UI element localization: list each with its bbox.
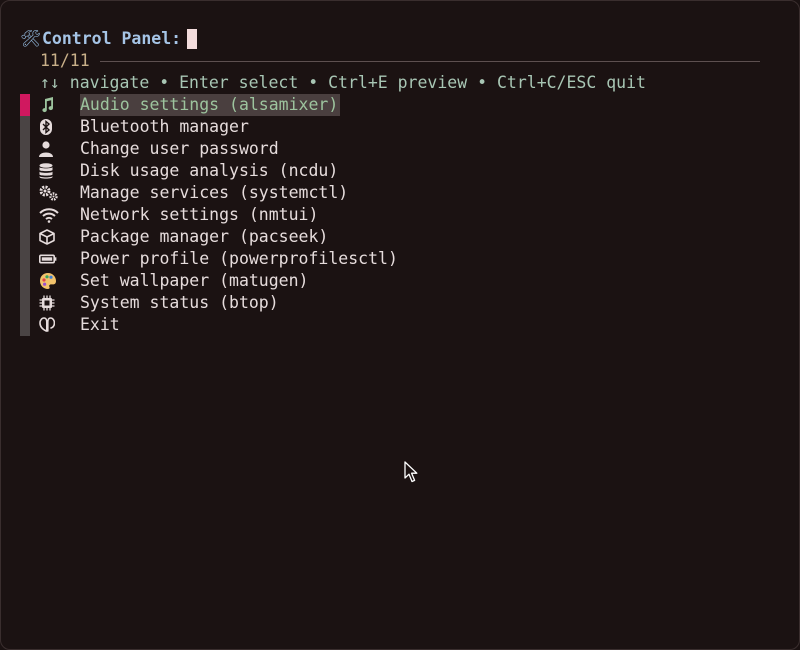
bluetooth-icon (30, 119, 80, 135)
list-item-label: Bluetooth manager (80, 117, 249, 136)
gutter (20, 314, 30, 336)
gutter (20, 270, 30, 292)
counter-line: 11/11 (40, 50, 760, 72)
list-item-label: Package manager (pacseek) (80, 227, 329, 246)
list-item-label: Disk usage analysis (ncdu) (80, 161, 339, 180)
list-item-label: Exit (80, 315, 120, 334)
menu-list: Audio settings (alsamixer) Bluetooth man… (20, 94, 398, 336)
list-item-label: Audio settings (alsamixer) (80, 94, 341, 116)
divider (99, 60, 760, 62)
list-item-label: Set wallpaper (matugen) (80, 271, 309, 290)
gutter (20, 248, 30, 270)
match-counter: 11/11 (40, 51, 90, 70)
help-text: ↑↓ navigate • Enter select • Ctrl+E prev… (40, 73, 646, 92)
cpu-chip-icon (30, 295, 80, 311)
selection-marker (20, 94, 30, 116)
list-item-label: System status (btop) (80, 293, 279, 312)
text-cursor[interactable] (187, 29, 198, 49)
list-item[interactable]: Change user password (20, 138, 398, 160)
list-item[interactable]: Exit (20, 314, 398, 336)
exit-icon (30, 317, 80, 333)
user-icon (30, 141, 80, 157)
gutter (20, 292, 30, 314)
list-item-label: Manage services (systemctl) (80, 183, 349, 202)
gutter (20, 182, 30, 204)
database-icon (30, 163, 80, 179)
wifi-icon (30, 207, 80, 223)
list-item[interactable]: Power profile (powerprofilesctl) (20, 248, 398, 270)
music-note-icon (30, 97, 80, 113)
list-item[interactable]: Bluetooth manager (20, 116, 398, 138)
prompt-line: 🛠 Control Panel: (20, 28, 198, 50)
list-item-label: Change user password (80, 139, 279, 158)
list-item[interactable]: Set wallpaper (matugen) (20, 270, 398, 292)
list-item[interactable]: Network settings (nmtui) (20, 204, 398, 226)
gutter (20, 226, 30, 248)
battery-icon (30, 251, 80, 267)
list-item[interactable]: System status (btop) (20, 292, 398, 314)
gears-icon (30, 185, 80, 201)
palette-icon (30, 272, 80, 290)
package-icon (30, 229, 80, 245)
gutter (20, 160, 30, 182)
list-item[interactable]: Audio settings (alsamixer) (20, 94, 398, 116)
prompt-label: Control Panel: (42, 29, 182, 48)
gutter (20, 204, 30, 226)
list-item[interactable]: Manage services (systemctl) (20, 182, 398, 204)
list-item[interactable]: Package manager (pacseek) (20, 226, 398, 248)
gutter (20, 138, 30, 160)
list-item[interactable]: Disk usage analysis (ncdu) (20, 160, 398, 182)
mouse-pointer-icon (404, 461, 418, 483)
tools-icon: 🛠 (20, 29, 41, 48)
list-item-label: Power profile (powerprofilesctl) (80, 249, 398, 268)
list-item-label: Network settings (nmtui) (80, 205, 319, 224)
gutter (20, 116, 30, 138)
